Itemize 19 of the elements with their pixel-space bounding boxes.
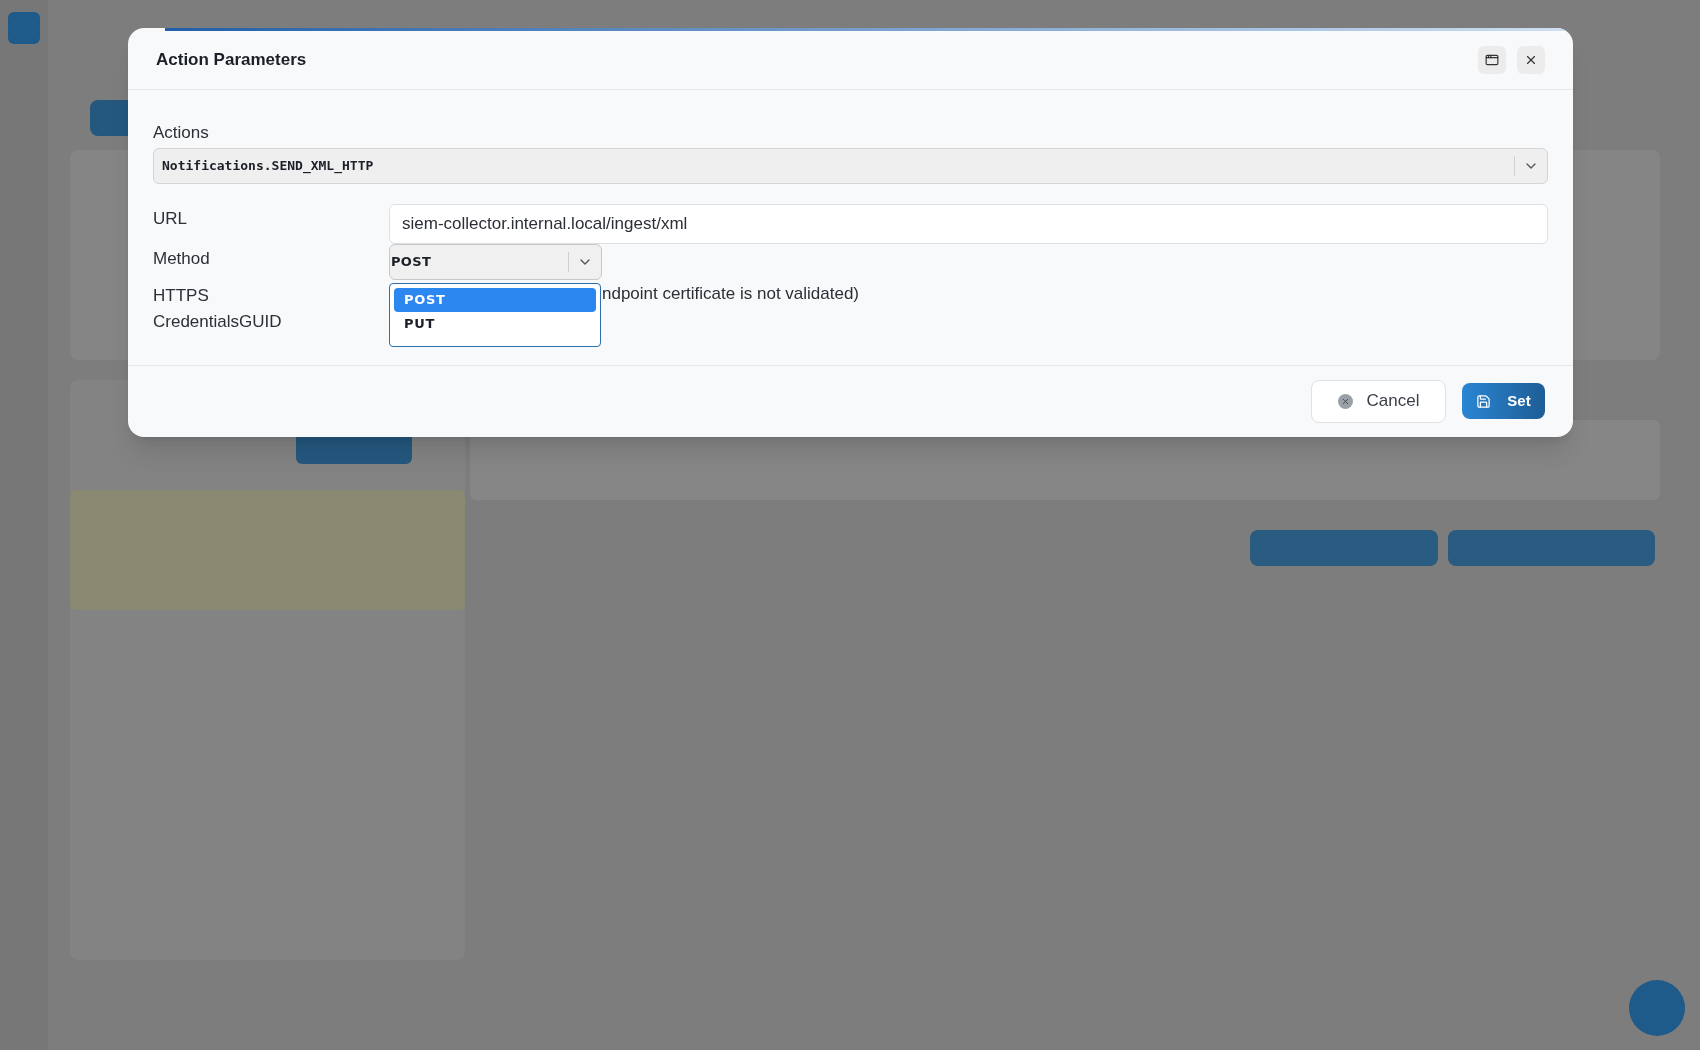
actions-label: Actions bbox=[153, 122, 210, 144]
dropdown-option[interactable]: PUT bbox=[394, 311, 596, 336]
close-button[interactable] bbox=[1517, 46, 1545, 74]
field-label: Method bbox=[153, 248, 210, 268]
url-field[interactable]: siem-collector.internal.local/ingest/xml bbox=[389, 203, 1548, 244]
save-icon bbox=[1476, 393, 1492, 409]
maximize-button[interactable] bbox=[1478, 46, 1506, 74]
close-icon bbox=[1524, 53, 1538, 67]
https-note: ndpoint certificate is not validated) bbox=[602, 282, 860, 305]
set-button[interactable]: Set bbox=[1462, 383, 1545, 419]
field-label: HTTPS bbox=[153, 285, 209, 305]
actions-select[interactable]: Notifications.SEND_XML_HTTP bbox=[153, 147, 1548, 184]
method-select[interactable]: POST bbox=[389, 243, 602, 280]
window-icon bbox=[1485, 53, 1499, 67]
dropdown-option[interactable]: POST bbox=[394, 287, 596, 312]
cancel-button[interactable]: Cancel bbox=[1311, 379, 1446, 423]
field-label: CredentialsGUID bbox=[153, 311, 282, 331]
dialog-title: Action Parameters bbox=[156, 49, 308, 72]
field-label: URL bbox=[153, 208, 187, 228]
